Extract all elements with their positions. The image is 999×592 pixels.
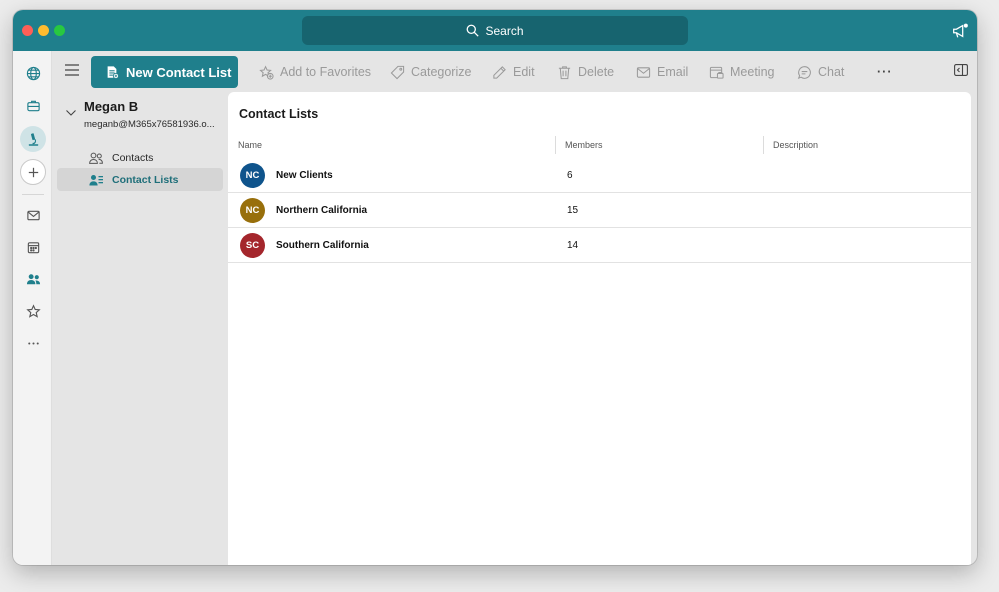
chat-button[interactable]: Chat	[797, 62, 844, 82]
trash-icon	[558, 65, 571, 79]
row-name: Southern California	[276, 240, 369, 251]
nav-item-label: Contacts	[112, 151, 154, 164]
toolbar: New Contact List Add to Favorites Catego…	[52, 51, 977, 92]
column-header-description[interactable]: Description	[773, 140, 818, 150]
search-bar[interactable]: Search	[302, 16, 688, 45]
delete-button[interactable]: Delete	[557, 62, 614, 82]
nav-item-contact-lists[interactable]: Contact Lists	[57, 168, 223, 191]
app-window: Search New Contact List Add to Favorites…	[13, 10, 977, 565]
hamburger-menu-icon[interactable]	[65, 64, 79, 76]
table-row[interactable]: NC Northern California 15	[228, 193, 971, 228]
chat-label: Chat	[818, 65, 845, 79]
contact-lists-view: Contact Lists Name Members Description N…	[228, 92, 971, 565]
search-icon	[467, 24, 480, 37]
account-email: meganb@M365x76581936.o...	[84, 119, 215, 130]
contacts-icon	[89, 152, 103, 164]
rail-microscope-button[interactable]	[20, 126, 46, 152]
rail-calendar-button[interactable]	[20, 234, 46, 260]
people-icon	[26, 273, 40, 284]
globe-icon	[26, 66, 40, 80]
rail-people-button[interactable]	[20, 266, 46, 292]
email-label: Email	[657, 65, 689, 79]
nav-item-label: Contact Lists	[112, 173, 179, 186]
app-rail	[13, 51, 52, 565]
rail-globe-button[interactable]	[20, 60, 46, 86]
title-bar: Search	[13, 10, 977, 51]
microscope-icon	[28, 132, 38, 146]
contact-lists-icon	[89, 174, 103, 185]
edit-button[interactable]: Edit	[492, 62, 535, 82]
meeting-label: Meeting	[730, 65, 775, 79]
categorize-label: Categorize	[411, 65, 472, 79]
add-app-button[interactable]	[20, 159, 46, 185]
add-to-favorites-button[interactable]: Add to Favorites	[259, 62, 371, 82]
rail-divider	[22, 194, 44, 195]
rail-more-button[interactable]	[20, 330, 46, 356]
rail-briefcase-button[interactable]	[20, 92, 46, 118]
chevron-down-icon[interactable]	[66, 110, 76, 116]
zoom-window-button[interactable]	[54, 25, 65, 36]
rail-mail-button[interactable]	[20, 202, 46, 228]
meeting-button[interactable]: Meeting	[709, 62, 774, 82]
row-members: 6	[567, 170, 573, 181]
table-row[interactable]: SC Southern California 14	[228, 228, 971, 263]
close-window-button[interactable]	[22, 25, 33, 36]
chat-icon	[797, 65, 811, 79]
star-add-icon	[259, 64, 274, 80]
new-contact-list-label: New Contact List	[126, 64, 232, 80]
more-icon	[27, 341, 39, 345]
column-divider[interactable]	[555, 136, 556, 154]
column-divider[interactable]	[763, 136, 764, 154]
mail-icon	[26, 210, 40, 220]
edit-label: Edit	[513, 65, 535, 79]
pencil-icon	[493, 65, 506, 79]
column-header-name[interactable]: Name	[238, 140, 262, 150]
add-to-favorites-label: Add to Favorites	[280, 65, 372, 79]
new-list-icon	[107, 66, 119, 79]
calendar-icon	[709, 66, 724, 79]
row-name: New Clients	[276, 170, 333, 181]
briefcase-icon	[26, 100, 40, 111]
account-name: Megan B	[84, 99, 139, 114]
avatar: NC	[240, 163, 265, 188]
delete-label: Delete	[578, 65, 615, 79]
new-contact-list-button[interactable]: New Contact List	[91, 56, 238, 88]
minimize-window-button[interactable]	[38, 25, 49, 36]
panel-toggle-icon[interactable]	[954, 64, 968, 76]
categorize-button[interactable]: Categorize	[390, 62, 471, 82]
envelope-icon	[636, 66, 651, 78]
plus-icon	[28, 167, 38, 177]
avatar: NC	[240, 198, 265, 223]
row-members: 14	[567, 240, 579, 251]
rail-favorites-button[interactable]	[20, 298, 46, 324]
row-members: 15	[567, 205, 579, 216]
email-button[interactable]: Email	[636, 62, 688, 82]
row-name: Northern California	[276, 205, 368, 216]
navigation-pane: Megan B meganb@M365x76581936.o... Contac…	[52, 92, 228, 565]
table-row[interactable]: NC New Clients 6	[228, 158, 971, 193]
more-actions-button[interactable]: ···	[877, 62, 893, 82]
column-header-members[interactable]: Members	[565, 140, 603, 150]
search-label: Search	[485, 23, 524, 38]
tag-icon	[390, 65, 405, 79]
megaphone-icon[interactable]	[951, 22, 969, 40]
nav-item-contacts[interactable]: Contacts	[57, 146, 223, 169]
calendar-icon	[27, 241, 39, 253]
page-title: Contact Lists	[239, 107, 319, 121]
avatar: SC	[240, 233, 265, 258]
star-icon	[25, 303, 41, 318]
